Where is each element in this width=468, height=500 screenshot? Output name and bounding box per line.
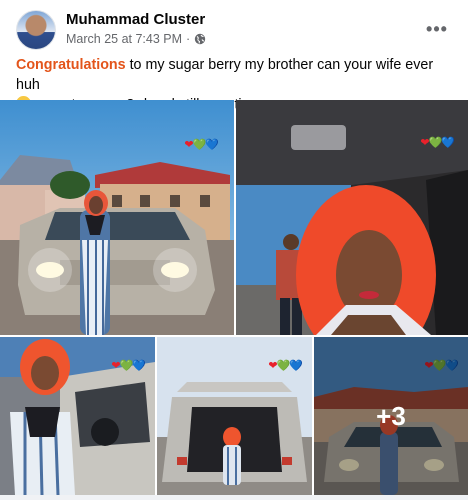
heart-icon: 💙 <box>205 139 219 151</box>
post-meta: March 25 at 7:43 PM · <box>66 32 206 46</box>
heart-icon: ❤ <box>184 139 193 151</box>
photo-1[interactable]: ❤💚💙 <box>0 100 234 335</box>
more-options-icon[interactable]: ••• <box>422 14 452 44</box>
heart-icon: 💙 <box>441 137 455 149</box>
post-header: Muhammad Cluster March 25 at 7:43 PM · •… <box>16 10 452 50</box>
heart-icon: ❤ <box>420 137 429 149</box>
more-photos-count: +3 <box>376 400 406 431</box>
post-date[interactable]: March 25 at 7:43 PM <box>66 32 182 46</box>
heart-icon: ❤ <box>268 360 277 372</box>
more-photos-overlay[interactable]: +3 <box>314 337 468 495</box>
heart-icon: 💙 <box>132 360 146 372</box>
post-divider <box>0 495 468 500</box>
globe-icon[interactable] <box>194 33 206 45</box>
author-name[interactable]: Muhammad Cluster <box>66 11 205 28</box>
heart-emojis: ❤💚💙 <box>184 138 219 151</box>
heart-icon: 💚 <box>276 360 291 372</box>
avatar[interactable] <box>16 10 56 50</box>
heart-emojis: ❤💚💙 <box>268 359 303 372</box>
heart-emojis: ❤💚💙 <box>420 136 455 149</box>
heart-emojis: ❤💚💙 <box>111 359 146 372</box>
meta-separator: · <box>186 32 191 46</box>
photo-5[interactable]: ❤💚💙 +3 <box>314 337 468 495</box>
heart-icon: 💚 <box>119 360 134 372</box>
photo-3[interactable]: ❤💚💙 <box>0 337 155 495</box>
heart-icon: 💚 <box>192 139 207 151</box>
photo-2[interactable]: ❤💚💙 <box>236 100 468 335</box>
heart-icon: ❤ <box>111 360 120 372</box>
post-text-highlight: Congratulations <box>16 57 126 73</box>
photo-4[interactable]: ❤💚💙 <box>157 337 312 495</box>
heart-icon: 💙 <box>289 360 303 372</box>
heart-icon: 💚 <box>428 137 443 149</box>
